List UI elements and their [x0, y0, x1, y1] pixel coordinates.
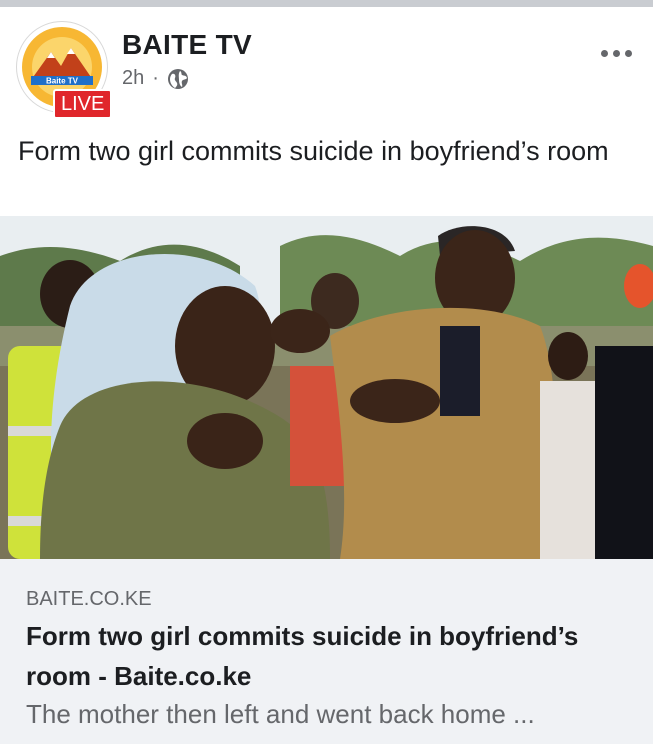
post-time[interactable]: 2h	[122, 67, 144, 90]
svg-text:Baite TV: Baite TV	[46, 77, 79, 86]
globe-icon	[167, 68, 189, 90]
post-header: Baite TV LIVE BAITE TV 2h ·	[0, 7, 653, 119]
meta-separator: ·	[152, 67, 159, 89]
more-options-icon[interactable]	[597, 43, 635, 63]
link-domain: BAITE.CO.KE	[26, 588, 152, 610]
link-title[interactable]: Form two girl commits suicide in boyfrie…	[26, 616, 626, 696]
more-dot	[624, 49, 632, 57]
link-preview-image[interactable]	[0, 216, 653, 559]
more-dot	[612, 49, 620, 57]
more-dot	[600, 49, 608, 57]
link-description: The mother then left and went back home …	[26, 699, 535, 729]
post-text: Form two girl commits suicide in boyfrie…	[18, 136, 609, 166]
feed-separator	[0, 0, 653, 7]
post-meta: 2h ·	[122, 67, 189, 90]
crowd-photo	[0, 216, 653, 559]
page-name[interactable]: BAITE TV	[122, 29, 252, 61]
live-badge: LIVE	[53, 89, 113, 119]
